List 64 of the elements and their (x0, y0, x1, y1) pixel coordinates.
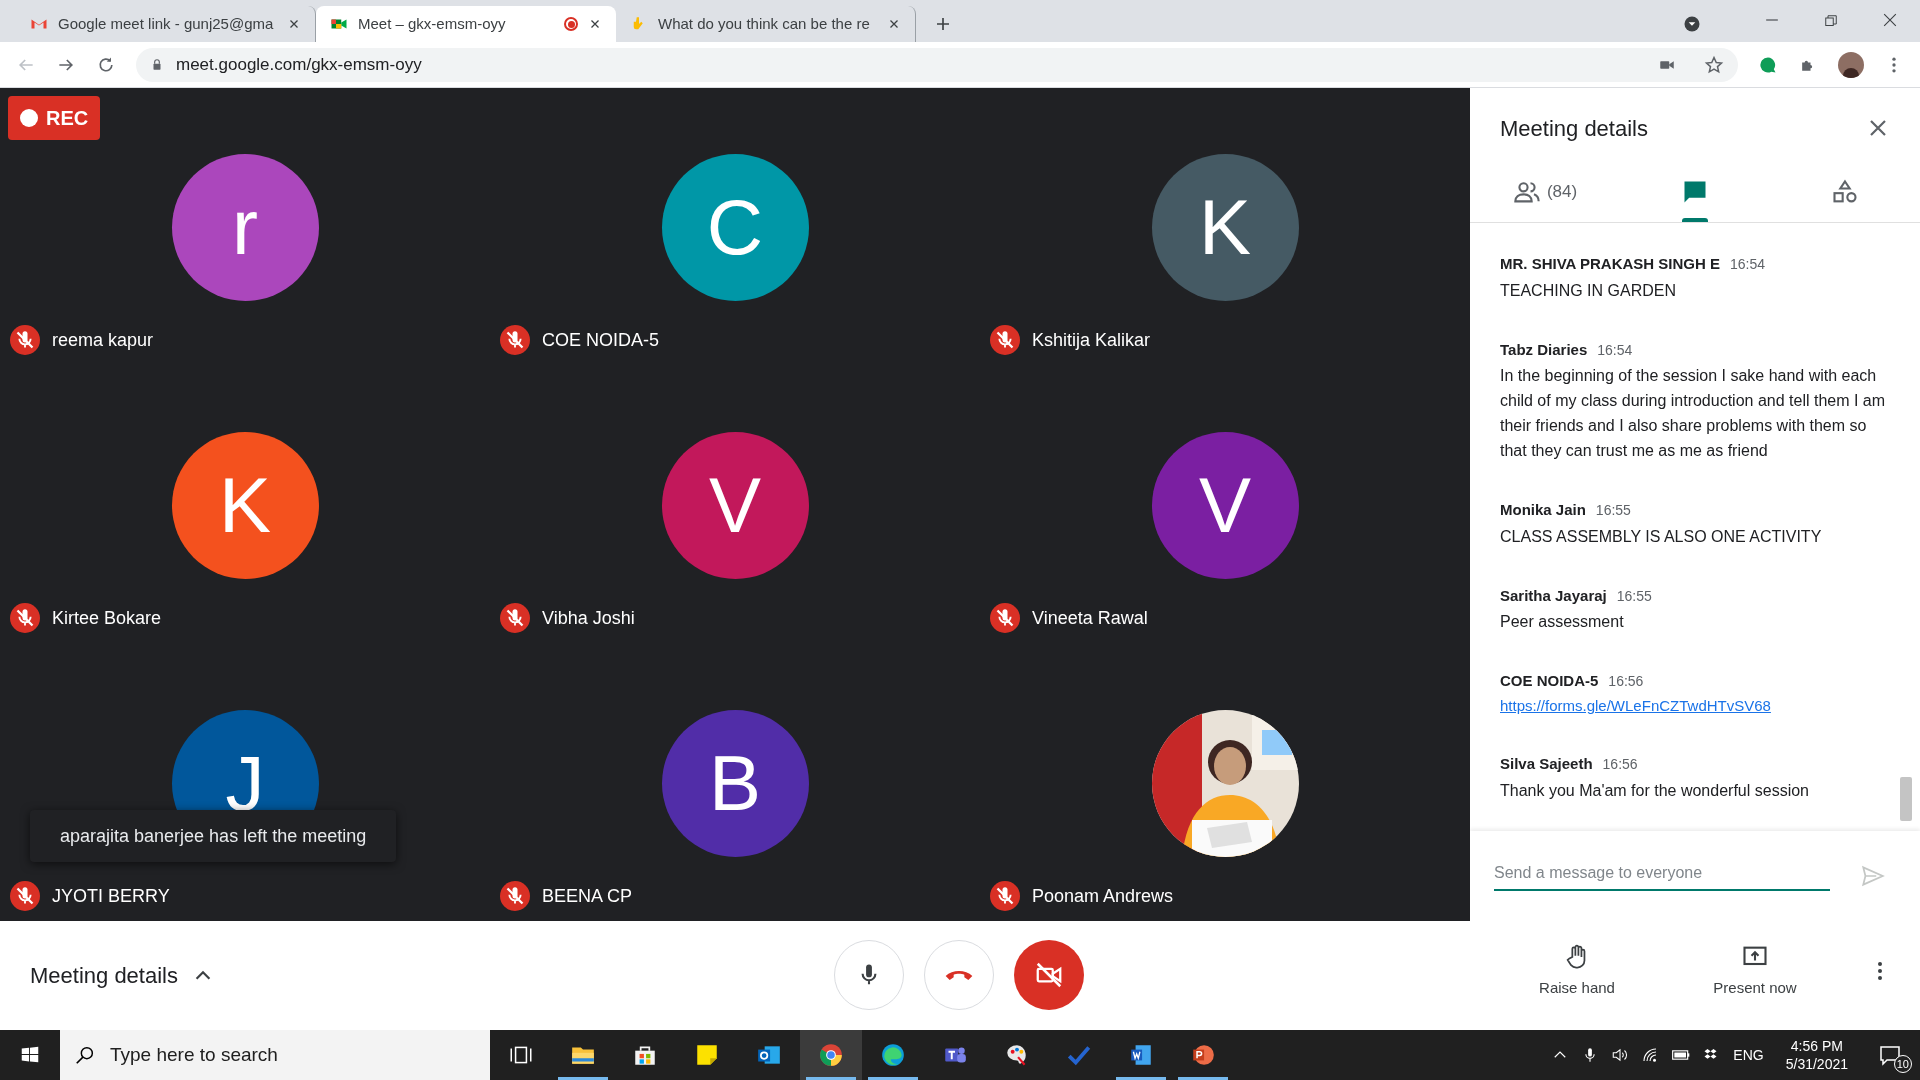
camera-off-icon (1034, 960, 1064, 990)
sender-name: Monika Jain (1500, 500, 1586, 520)
recording-badge: REC (8, 96, 101, 140)
sender-name: COE NOIDA-5 (1500, 671, 1599, 691)
notification-center-button[interactable]: 10 (1870, 1035, 1910, 1075)
browser-icon (818, 1042, 844, 1068)
participant-name: Kirtee Bokare (52, 606, 162, 630)
participant-name: Poonam Andrews (1032, 884, 1174, 908)
message-time: 16:56 (1602, 755, 1638, 774)
avatar: B (661, 710, 809, 857)
participant-name: Vibha Joshi (542, 606, 635, 630)
participant-name: JYOTI BERRY (52, 884, 170, 908)
message-text: CLASS ASSEMBLY IS ALSO ONE ACTIVITY (1500, 526, 1823, 547)
taskbar-app[interactable] (800, 1030, 862, 1080)
message-time: 16:54 (1597, 340, 1633, 360)
message-text: Peer assessment (1500, 612, 1625, 632)
tab-search-icon[interactable] (1682, 14, 1702, 34)
message-time: 16:55 (1595, 501, 1631, 520)
message-text: Thank you Ma'am for the wonderful session (1500, 780, 1810, 801)
speaker-icon[interactable] (1611, 1046, 1630, 1064)
participant-name: Vineeta Rawal (1032, 606, 1148, 630)
avatar: V (1151, 432, 1299, 579)
avatar: V (661, 432, 809, 579)
avatar: K (171, 432, 319, 579)
sender-name: MR. SHIVA PRAKASH SINGH E (1500, 254, 1721, 274)
participant-name: Kshitija Kalikar (1032, 328, 1151, 352)
message-text: In the beginning of the session I sake hand with each child of my class during introduction and tell them I am their friends and I also share problems with them so that they can trust me as me as friend (1500, 366, 1887, 461)
notification-count: 10 (1893, 1055, 1912, 1073)
avatar: C (661, 154, 809, 301)
avatar: K (1151, 154, 1299, 301)
taskbar-search-field[interactable]: Type here to search (60, 1030, 490, 1080)
star-icon[interactable] (1704, 54, 1724, 75)
raise-hand-button[interactable]: Raise hand (1512, 943, 1642, 1000)
sender-name: Saritha Jayaraj (1500, 585, 1607, 606)
sticky-note-icon (694, 1042, 720, 1068)
profile-avatar[interactable] (1838, 51, 1864, 78)
avatar: r (171, 154, 319, 301)
search-icon (74, 1044, 96, 1066)
message-link[interactable]: https://forms.gle/WLeFnCZTwdHTvSV68 (1500, 694, 1890, 717)
message-time: 16:55 (1616, 586, 1652, 606)
message-text: TEACHING IN GARDEN (1500, 280, 1677, 301)
meeting-details-button[interactable]: Meeting details (30, 959, 214, 992)
presentation-icon (1190, 1042, 1216, 1068)
phone-icon (944, 970, 974, 980)
participant-name: COE NOIDA-5 (542, 328, 660, 352)
document-icon (1128, 1042, 1154, 1068)
participant-name: BEENA CP (542, 884, 633, 908)
participant-name: reema kapur (52, 328, 154, 352)
panel-title: Meeting details (1500, 114, 1648, 143)
sender-name: Silva Sajeeth (1500, 754, 1593, 774)
scrollbar-thumb[interactable] (1900, 777, 1912, 821)
browser-tab[interactable]: Meet – gkx-emsm-oyy (316, 6, 616, 42)
input-language[interactable]: ENG (1733, 1044, 1764, 1066)
address-bar[interactable]: meet.google.com/gkx-emsm-oyy (136, 47, 1738, 82)
notification-toast: aparajita banerjee has left the meeting (30, 810, 397, 862)
wave-icon (880, 1042, 906, 1068)
message-time: 16:54 (1730, 255, 1766, 274)
panel-tab[interactable]: (84) (1470, 168, 1620, 222)
message-time: 16:56 (1608, 672, 1644, 691)
sender-name: Tabz Diaries (1500, 339, 1588, 360)
clock[interactable]: 4:56 PM 5/31/2021 (1775, 1037, 1858, 1073)
new-tab-icon[interactable] (934, 15, 952, 33)
present-now-button[interactable]: Present now (1690, 943, 1820, 1000)
message-input[interactable]: Send a message to everyone (1494, 861, 1830, 891)
